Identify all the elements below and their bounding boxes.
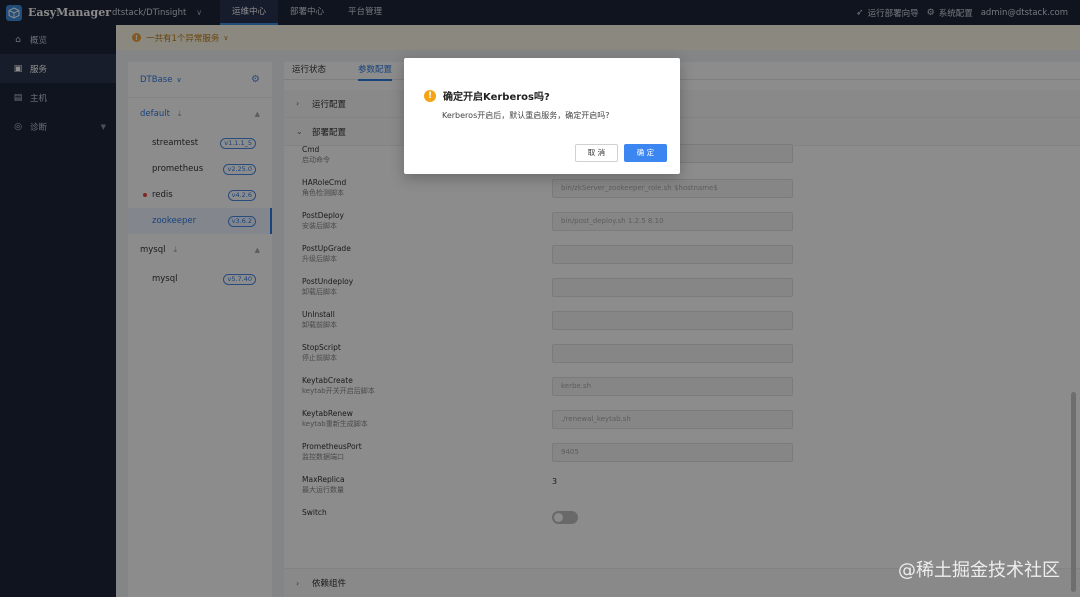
confirm-kerberos-dialog: ! 确定开启Kerberos吗? Kerberos开启后，默认重启服务，确定开启… [404, 58, 680, 174]
dialog-title-text: 确定开启Kerberos吗? [443, 92, 550, 103]
cancel-button[interactable]: 取 消 [575, 144, 618, 162]
watermark: @稀土掘金技术社区 [898, 560, 1060, 581]
dialog-title: ! 确定开启Kerberos吗? [424, 88, 550, 103]
dialog-message: Kerberos开启后，默认重启服务，确定开启吗? [442, 111, 610, 120]
confirm-button[interactable]: 确 定 [624, 144, 667, 162]
warning-icon: ! [424, 89, 436, 102]
